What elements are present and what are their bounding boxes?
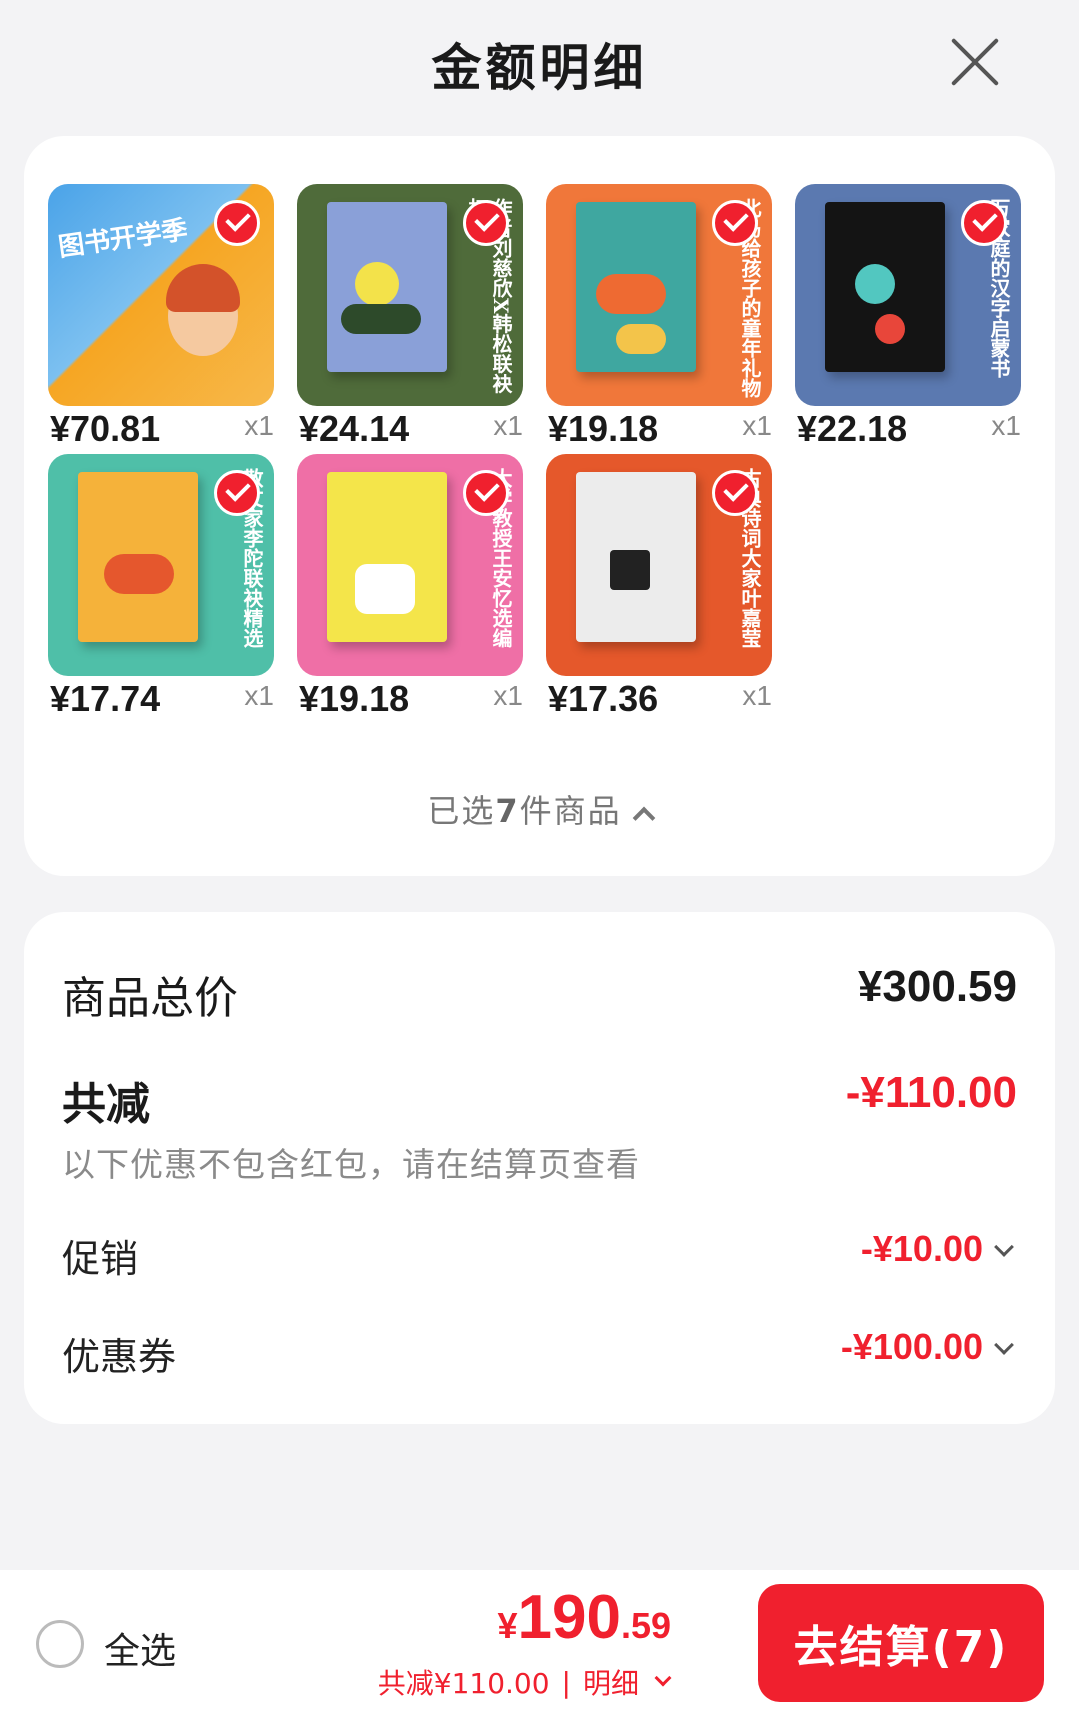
total-price-label: 商品总价	[62, 973, 238, 1024]
selected-check-icon[interactable]	[712, 470, 758, 516]
product-quantity: x1	[742, 410, 772, 441]
product-item[interactable]: 古典诗词大家叶嘉莹 ¥17.36 x1	[546, 454, 772, 724]
product-quantity: x1	[742, 680, 772, 711]
selected-check-icon[interactable]	[712, 200, 758, 246]
product-thumbnail: 作者刘慈欣X韩松联袂打造	[297, 184, 523, 406]
product-item[interactable]: 大学教授王安忆选编 ¥19.18 x1	[297, 454, 523, 724]
product-price: ¥17.74	[50, 678, 161, 719]
product-quantity: x1	[244, 680, 274, 711]
currency-symbol: ¥	[497, 1605, 518, 1646]
checkout-bar: 全选 ¥190.59 共减¥110.00 | 明细 去结算(7)	[0, 1570, 1079, 1710]
chevron-down-icon	[994, 1237, 1014, 1257]
total-price-value: ¥300.59	[857, 962, 1017, 1011]
coupon-value: -¥100.00	[840, 1326, 983, 1367]
product-thumbnail: 散文家李陀联袂精选	[48, 454, 274, 676]
chevron-down-icon	[994, 1335, 1014, 1355]
price-breakdown-card: 商品总价 ¥300.59 共减 -¥110.00 以下优惠不包含红包，请在结算页…	[24, 912, 1055, 1424]
selected-prefix: 已选	[427, 792, 496, 830]
product-item[interactable]: 作者刘慈欣X韩松联袂打造 ¥24.14 x1	[297, 184, 523, 454]
selected-products-card: 图书开学季 ¥70.81 x1 作者刘慈欣X韩松联袂打造 ¥24.14 x1	[24, 136, 1055, 876]
product-thumbnail: 北岛给孩子的童年礼物	[546, 184, 772, 406]
product-quantity: x1	[493, 680, 523, 711]
select-all-radio[interactable]	[36, 1620, 84, 1668]
selected-suffix: 件商品	[519, 792, 622, 830]
payable-amount: ¥190.59	[497, 1582, 671, 1653]
select-all-label[interactable]: 全选	[104, 1622, 176, 1674]
product-price: ¥19.18	[548, 408, 659, 449]
product-thumbnail: 图书开学季	[48, 184, 274, 406]
sheet-header: 金额明细	[0, 0, 1079, 130]
page-title: 金额明细	[431, 39, 648, 97]
product-quantity: x1	[244, 410, 274, 441]
close-icon[interactable]	[949, 36, 1001, 88]
separator: |	[561, 1665, 571, 1699]
chevron-down-icon	[654, 1669, 672, 1687]
product-item[interactable]: 万家庭的汉字启蒙书 ¥22.18 x1	[795, 184, 1021, 454]
product-price: ¥22.18	[797, 408, 908, 449]
promotion-label: 促销	[62, 1237, 139, 1281]
product-price: ¥24.14	[299, 408, 410, 449]
selected-count-toggle[interactable]: 已选7件商品	[24, 786, 1055, 832]
amount-detail-sheet: 金额明细 图书开学季 ¥70.81 x1 作者刘慈欣X韩松联袂 ¥24.14 x…	[0, 0, 1079, 1710]
selected-check-icon[interactable]	[214, 470, 260, 516]
coupon-value-wrap: -¥100.00	[841, 1326, 1017, 1368]
selected-count: 7	[495, 792, 520, 830]
promotion-value: -¥10.00	[860, 1228, 983, 1269]
coupon-label: 优惠券	[62, 1335, 177, 1379]
product-quantity: x1	[493, 410, 523, 441]
product-item[interactable]: 图书开学季 ¥70.81 x1	[48, 184, 274, 454]
reduction-summary: 共减¥110.00	[377, 1667, 550, 1700]
selected-check-icon[interactable]	[463, 470, 509, 516]
product-thumbnail: 万家庭的汉字启蒙书	[795, 184, 1021, 406]
selected-check-icon[interactable]	[961, 200, 1007, 246]
amount-decimal: .59	[620, 1605, 671, 1646]
total-reduction-label: 共减	[62, 1079, 150, 1130]
promotion-value-wrap: -¥10.00	[861, 1228, 1017, 1270]
product-price: ¥19.18	[299, 678, 410, 719]
total-reduction-value: -¥110.00	[845, 1068, 1017, 1117]
selected-check-icon[interactable]	[214, 200, 260, 246]
chevron-up-icon	[632, 806, 655, 830]
amount-integer: 190	[517, 1583, 621, 1652]
product-price: ¥17.36	[548, 678, 659, 719]
selected-check-icon[interactable]	[463, 200, 509, 246]
discount-note: 以下优惠不包含红包，请在结算页查看	[62, 1145, 640, 1184]
product-item[interactable]: 散文家李陀联袂精选 ¥17.74 x1	[48, 454, 274, 724]
amount-detail-toggle[interactable]: 共减¥110.00 | 明细	[377, 1662, 672, 1702]
product-thumbnail: 大学教授王安忆选编	[297, 454, 523, 676]
checkout-button[interactable]: 去结算(7)	[758, 1584, 1044, 1702]
detail-link: 明细	[582, 1667, 639, 1700]
product-thumbnail: 古典诗词大家叶嘉莹	[546, 454, 772, 676]
product-item[interactable]: 北岛给孩子的童年礼物 ¥19.18 x1	[546, 184, 772, 454]
product-quantity: x1	[991, 410, 1021, 441]
product-price: ¥70.81	[50, 408, 161, 449]
